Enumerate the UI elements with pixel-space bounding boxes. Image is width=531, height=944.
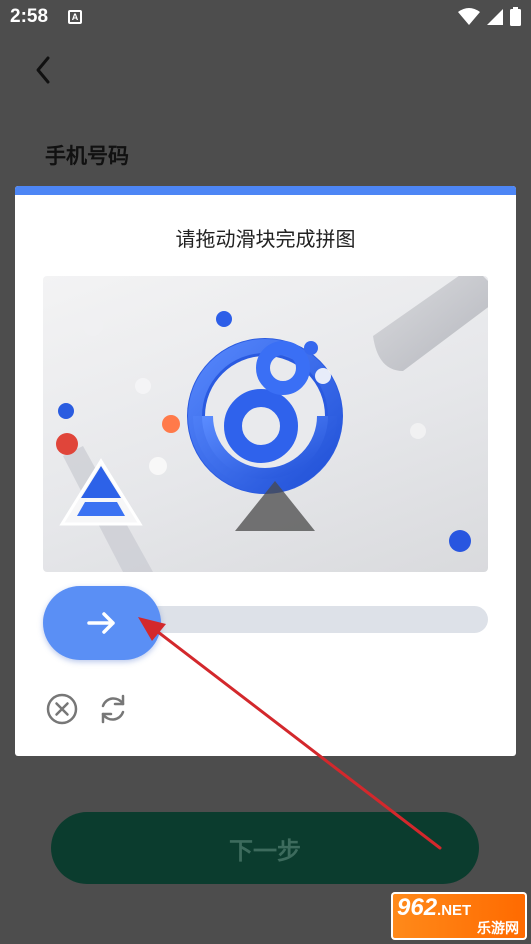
battery-icon <box>510 7 521 26</box>
refresh-icon[interactable] <box>95 692 131 726</box>
captcha-title: 请拖动滑块完成拼图 <box>175 227 356 251</box>
next-step-button[interactable]: 下一步 <box>51 812 479 884</box>
watermark-brand: 962.NET <box>397 894 471 922</box>
arrow-right-icon <box>87 612 115 634</box>
chevron-left-icon[interactable] <box>30 52 60 88</box>
watermark-brand-suffix: .NET <box>437 902 472 919</box>
dialog-accent-bar <box>15 186 516 195</box>
close-circle-icon[interactable] <box>45 692 79 726</box>
signal-icon <box>487 8 503 25</box>
status-bar: 2:58 A <box>0 0 531 36</box>
puzzle-scene <box>56 276 488 572</box>
wifi-icon <box>458 7 480 25</box>
status-time: 2:58 <box>10 6 49 27</box>
status-icons <box>458 7 521 26</box>
captcha-dialog: 请拖动滑块完成拼图 <box>15 186 516 756</box>
watermark-brand-number: 962 <box>397 894 438 921</box>
site-watermark: 962.NET 乐游网 <box>391 892 527 940</box>
page-title: 手机号码 <box>45 144 129 168</box>
slider-knob[interactable] <box>43 586 161 660</box>
notification-a-icon: A <box>68 10 82 24</box>
puzzle-image <box>43 276 488 572</box>
watermark-sub: 乐游网 <box>477 921 519 937</box>
